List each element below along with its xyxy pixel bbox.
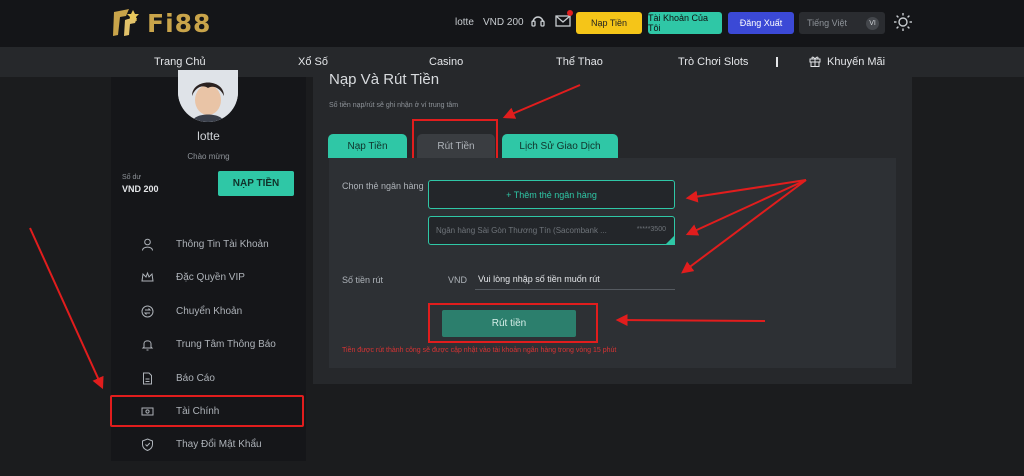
arrow bbox=[502, 84, 581, 119]
arrow bbox=[29, 227, 104, 390]
annotation-arrows bbox=[29, 84, 807, 390]
arrow bbox=[615, 314, 766, 327]
arrow bbox=[681, 179, 807, 274]
